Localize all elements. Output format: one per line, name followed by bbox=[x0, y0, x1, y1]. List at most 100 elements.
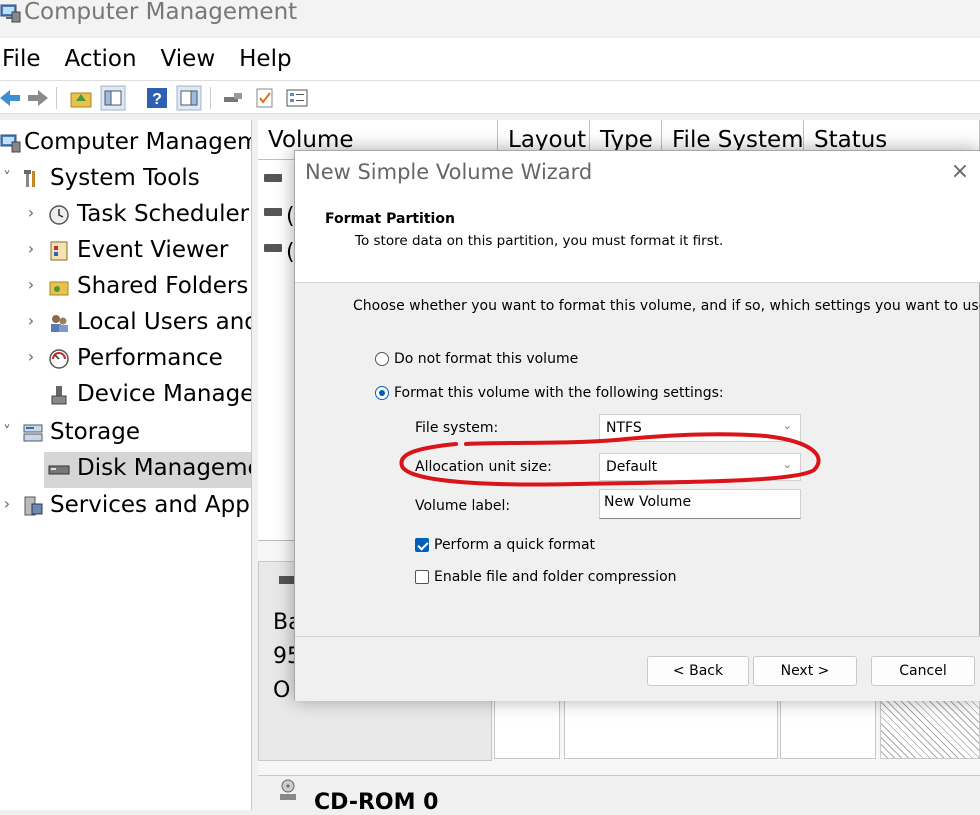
partition-block[interactable] bbox=[494, 691, 560, 759]
chevron-right-icon[interactable]: › bbox=[24, 239, 38, 258]
back-arrow-icon[interactable] bbox=[0, 85, 24, 111]
dialog-titlebar: New Simple Volume Wizard × bbox=[295, 151, 980, 195]
toolbar-separator bbox=[210, 87, 211, 109]
radio-label: Do not format this volume bbox=[394, 351, 579, 367]
tree-label: Shared Folders bbox=[77, 273, 249, 299]
quick-format-checkbox[interactable] bbox=[415, 538, 429, 552]
device-manager-icon bbox=[51, 386, 67, 405]
users-icon bbox=[51, 315, 68, 332]
event-viewer-icon bbox=[50, 241, 68, 261]
shared-folders-icon bbox=[49, 281, 69, 296]
toolbar-separator bbox=[56, 87, 57, 109]
unallocated-partition[interactable] bbox=[880, 691, 980, 759]
tree-label: Task Scheduler bbox=[77, 201, 250, 227]
help-icon[interactable]: ? bbox=[144, 85, 170, 111]
tree-item-device-manager[interactable]: Device Manager bbox=[0, 378, 251, 414]
partition-block[interactable] bbox=[564, 691, 778, 759]
cdrom-icon bbox=[280, 779, 296, 800]
volume-label-input[interactable]: New Volume bbox=[599, 489, 801, 519]
radio-format-volume[interactable]: Format this volume with the following se… bbox=[375, 385, 724, 401]
tree-item-services-applications[interactable]: › Services and Applic bbox=[0, 489, 251, 525]
tree-item-system-tools[interactable]: ˅ System Tools bbox=[0, 162, 251, 198]
tree-item-shared-folders[interactable]: › Shared Folders bbox=[0, 270, 251, 306]
compression-checkbox-row[interactable]: Enable file and folder compression bbox=[415, 569, 677, 585]
chevron-down-icon: ⌄ bbox=[782, 419, 792, 432]
wizard-footer: < Back Next > Cancel bbox=[295, 636, 980, 701]
volume-label-label: Volume label: bbox=[415, 498, 511, 514]
cancel-button[interactable]: Cancel bbox=[871, 656, 975, 686]
quick-format-checkbox-row[interactable]: Perform a quick format bbox=[415, 537, 595, 553]
connect-icon[interactable] bbox=[220, 85, 246, 111]
system-tools-icon bbox=[24, 170, 35, 187]
up-folder-icon[interactable] bbox=[68, 85, 94, 111]
menu-bar: File Action View Help bbox=[0, 38, 980, 80]
tree-item-computer-management[interactable]: Computer Manageme bbox=[0, 126, 252, 162]
tree-label: Local Users and bbox=[77, 309, 252, 335]
tree-item-performance[interactable]: › Performance bbox=[0, 342, 251, 378]
tree-label: System Tools bbox=[50, 165, 200, 191]
chevron-down-icon[interactable]: ˅ bbox=[0, 168, 14, 187]
allocation-unit-size-dropdown[interactable]: Default ⌄ bbox=[599, 453, 801, 481]
cdrom-title: CD-ROM 0 bbox=[314, 790, 439, 815]
chevron-down-icon: ⌄ bbox=[782, 458, 792, 471]
disk-icon bbox=[48, 465, 70, 475]
volume-icon bbox=[264, 244, 282, 252]
svg-text:?: ? bbox=[152, 91, 162, 108]
wizard-header: Format Partition To store data on this p… bbox=[295, 195, 980, 283]
tree-label: Storage bbox=[50, 419, 140, 445]
show-action-pane-icon[interactable] bbox=[176, 85, 202, 111]
radio-button-selected[interactable] bbox=[375, 386, 389, 400]
file-system-dropdown[interactable]: NTFS ⌄ bbox=[599, 414, 801, 442]
storage-icon bbox=[23, 424, 43, 442]
wizard-page-subtitle: To store data on this partition, you mus… bbox=[355, 233, 724, 249]
computer-management-icon bbox=[0, 134, 21, 153]
partition-block[interactable] bbox=[780, 691, 876, 759]
chevron-right-icon[interactable]: › bbox=[24, 275, 38, 294]
instruction-text: Choose whether you want to format this v… bbox=[353, 298, 980, 314]
volume-icon bbox=[264, 208, 282, 216]
window-titlebar: Computer Management bbox=[0, 0, 980, 36]
volume-icon bbox=[264, 174, 282, 182]
radio-button[interactable] bbox=[375, 352, 389, 366]
cdrom-row: CD-ROM 0 bbox=[258, 775, 980, 815]
menu-help[interactable]: Help bbox=[236, 46, 303, 72]
tree-label: Computer Manageme bbox=[24, 129, 252, 155]
chevron-right-icon[interactable]: › bbox=[24, 203, 38, 222]
toolbar: ? bbox=[0, 80, 980, 114]
tree-label: Performance bbox=[77, 345, 223, 371]
show-hide-tree-icon[interactable] bbox=[100, 85, 126, 111]
compression-checkbox[interactable] bbox=[415, 570, 429, 584]
back-button[interactable]: < Back bbox=[647, 656, 749, 686]
tree-item-storage[interactable]: ˅ Storage bbox=[0, 416, 251, 452]
tree-label: Services and Applic bbox=[50, 492, 251, 518]
chevron-right-icon[interactable]: › bbox=[24, 347, 38, 366]
tree-item-event-viewer[interactable]: › Event Viewer bbox=[0, 234, 251, 270]
navigation-tree: Computer Manageme ˅ System Tools › Task … bbox=[0, 120, 252, 810]
close-icon[interactable]: × bbox=[947, 159, 973, 184]
menu-file[interactable]: File bbox=[0, 46, 53, 72]
wizard-page-title: Format Partition bbox=[325, 211, 455, 227]
file-system-label: File system: bbox=[415, 420, 499, 436]
tree-item-task-scheduler[interactable]: › Task Scheduler bbox=[0, 198, 251, 234]
chevron-right-icon[interactable]: › bbox=[24, 311, 38, 330]
file-system-value: NTFS bbox=[606, 420, 642, 436]
next-button[interactable]: Next > bbox=[753, 656, 857, 686]
allocation-unit-size-value: Default bbox=[606, 459, 658, 475]
forward-arrow-icon[interactable] bbox=[24, 85, 50, 111]
computer-management-icon bbox=[0, 4, 21, 23]
volume-label-value: New Volume bbox=[604, 494, 692, 510]
tree-item-disk-management[interactable]: Disk Manageme bbox=[44, 452, 251, 488]
chevron-right-icon[interactable]: › bbox=[0, 494, 14, 513]
allocation-unit-size-label: Allocation unit size: bbox=[415, 459, 552, 475]
tree-item-local-users[interactable]: › Local Users and bbox=[0, 306, 252, 342]
chevron-down-icon[interactable]: ˅ bbox=[0, 422, 14, 441]
tree-label: Event Viewer bbox=[77, 237, 229, 263]
menu-action[interactable]: Action bbox=[62, 46, 149, 72]
wizard-body: Choose whether you want to format this v… bbox=[295, 283, 980, 636]
menu-view[interactable]: View bbox=[158, 46, 228, 72]
list-view-icon[interactable] bbox=[284, 85, 310, 111]
radio-do-not-format[interactable]: Do not format this volume bbox=[375, 351, 578, 367]
window-title: Computer Management bbox=[24, 0, 298, 25]
properties-icon[interactable] bbox=[252, 85, 278, 111]
new-simple-volume-wizard: New Simple Volume Wizard × Format Partit… bbox=[294, 150, 980, 701]
